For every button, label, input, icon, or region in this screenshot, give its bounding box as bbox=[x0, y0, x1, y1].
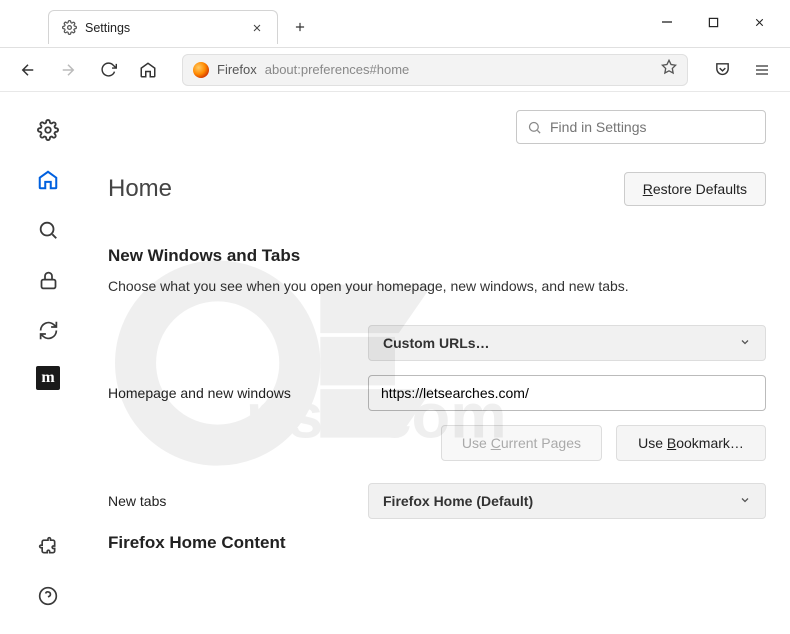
use-bookmark-button[interactable]: Use Bookmark…Use Bookmark… bbox=[616, 425, 766, 461]
settings-sidebar: m bbox=[0, 92, 96, 634]
homepage-label: Homepage and new windows bbox=[108, 385, 348, 401]
home-button[interactable] bbox=[132, 54, 164, 86]
app-menu-button[interactable] bbox=[746, 54, 778, 86]
nav-toolbar: Firefox about:preferences#home bbox=[0, 48, 790, 92]
homepage-url-input[interactable] bbox=[368, 375, 766, 411]
back-button[interactable] bbox=[12, 54, 44, 86]
content-area: risk.com m bbox=[0, 92, 790, 634]
tab-title: Settings bbox=[85, 21, 241, 35]
new-tab-button[interactable] bbox=[286, 13, 314, 41]
restore-defaults-button[interactable]: RRestore Defaultsestore Defaults bbox=[624, 172, 766, 206]
window-minimize-button[interactable] bbox=[644, 6, 690, 38]
save-to-pocket-button[interactable] bbox=[706, 54, 738, 86]
search-icon bbox=[527, 120, 542, 135]
reload-button[interactable] bbox=[92, 54, 124, 86]
page-heading: Home bbox=[108, 175, 172, 203]
window-close-button[interactable] bbox=[736, 6, 782, 38]
homepage-mode-value: Custom URLs… bbox=[383, 335, 490, 351]
bookmark-star-icon[interactable] bbox=[661, 59, 677, 80]
use-current-pages-button[interactable]: Use Current PagesUse Current Pages bbox=[441, 425, 602, 461]
section-firefox-home-content-title: Firefox Home Content bbox=[108, 533, 766, 553]
sidebar-help-icon[interactable] bbox=[34, 582, 62, 610]
window-controls bbox=[644, 0, 790, 38]
forward-button[interactable] bbox=[52, 54, 84, 86]
window-titlebar: Settings bbox=[0, 0, 790, 48]
url-bar[interactable]: Firefox about:preferences#home bbox=[182, 54, 688, 86]
sidebar-extension-icon[interactable]: m bbox=[36, 366, 60, 390]
chevron-down-icon bbox=[739, 493, 751, 509]
sidebar-addons-icon[interactable] bbox=[34, 532, 62, 560]
sidebar-sync-icon[interactable] bbox=[34, 316, 62, 344]
window-maximize-button[interactable] bbox=[690, 6, 736, 38]
sidebar-search-icon[interactable] bbox=[34, 216, 62, 244]
url-identity: Firefox bbox=[217, 62, 257, 77]
newtabs-dropdown[interactable]: Firefox Home (Default) bbox=[368, 483, 766, 519]
section-new-windows-desc: Choose what you see when you open your h… bbox=[108, 276, 766, 297]
url-text: about:preferences#home bbox=[265, 62, 410, 77]
tab-close-icon[interactable] bbox=[249, 20, 265, 36]
settings-search[interactable] bbox=[516, 110, 766, 144]
settings-main: Home RRestore Defaultsestore Defaults Ne… bbox=[96, 92, 790, 634]
homepage-mode-dropdown[interactable]: Custom URLs… bbox=[368, 325, 766, 361]
sidebar-general-icon[interactable] bbox=[34, 116, 62, 144]
newtabs-value: Firefox Home (Default) bbox=[383, 493, 533, 509]
firefox-logo-icon bbox=[193, 62, 209, 78]
newtabs-label: New tabs bbox=[108, 493, 348, 509]
tab-settings[interactable]: Settings bbox=[48, 10, 278, 44]
section-new-windows-title: New Windows and Tabs bbox=[108, 246, 766, 266]
settings-search-input[interactable] bbox=[550, 119, 755, 135]
gear-icon bbox=[61, 20, 77, 36]
sidebar-privacy-icon[interactable] bbox=[34, 266, 62, 294]
chevron-down-icon bbox=[739, 335, 751, 351]
sidebar-home-icon[interactable] bbox=[34, 166, 62, 194]
tab-strip: Settings bbox=[0, 0, 644, 44]
